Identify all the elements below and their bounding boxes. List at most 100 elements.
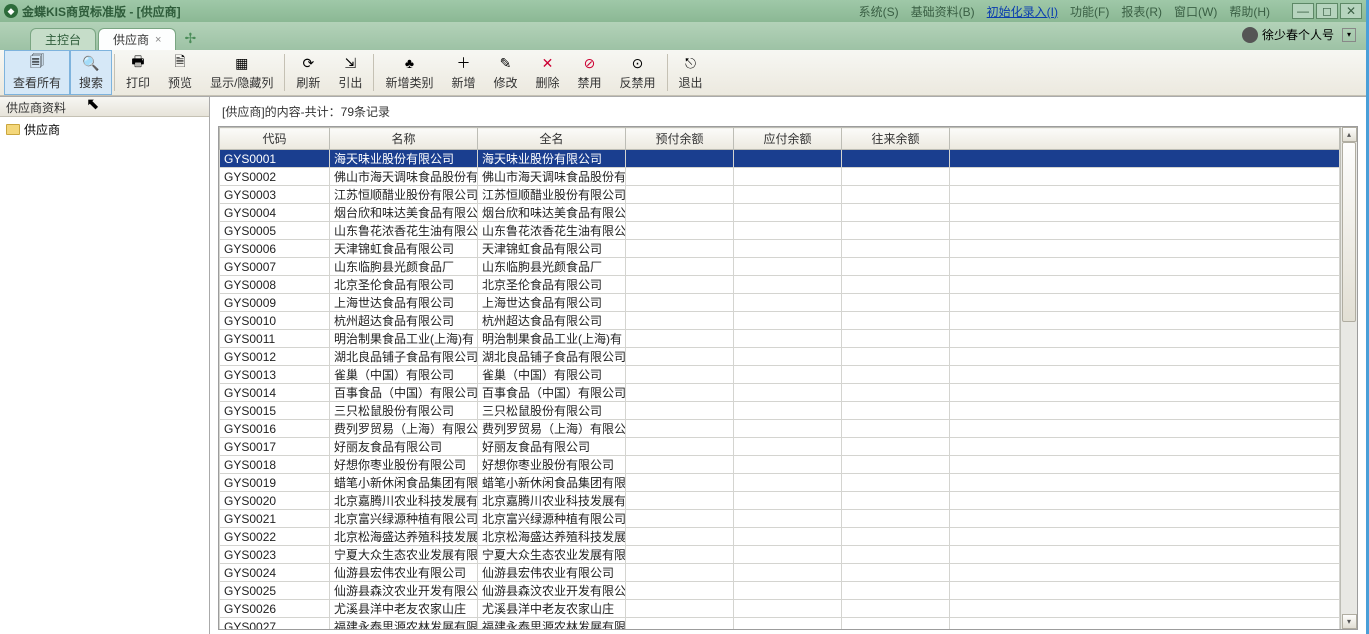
table-cell[interactable]: 仙游县宏伟农业有限公司 [478, 564, 626, 582]
table-cell[interactable]: GYS0007 [220, 258, 330, 276]
table-row[interactable]: GYS0017好丽友食品有限公司好丽友食品有限公司 [220, 438, 1340, 456]
table-cell[interactable]: 烟台欣和味达美食品有限公 [330, 204, 478, 222]
delete-button[interactable]: ✕删除 [526, 50, 568, 95]
table-cell[interactable] [626, 528, 734, 546]
table-cell[interactable] [842, 168, 950, 186]
table-cell[interactable] [950, 618, 1340, 630]
table-cell[interactable]: GYS0005 [220, 222, 330, 240]
menu-window[interactable]: 窗口(W) [1174, 3, 1217, 20]
table-cell[interactable]: 尤溪县洋中老友农家山庄 [330, 600, 478, 618]
table-cell[interactable] [626, 384, 734, 402]
table-cell[interactable]: 宁夏大众生态农业发展有限 [330, 546, 478, 564]
table-cell[interactable] [734, 222, 842, 240]
table-cell[interactable] [626, 564, 734, 582]
table-cell[interactable] [734, 510, 842, 528]
enable-button[interactable]: ⊙反禁用 [611, 50, 665, 95]
table-cell[interactable]: 天津锦虹食品有限公司 [330, 240, 478, 258]
table-cell[interactable] [626, 402, 734, 420]
table-row[interactable]: GYS0019蜡笔小新休闲食品集团有限蜡笔小新休闲食品集团有限 [220, 474, 1340, 492]
table-cell[interactable] [626, 330, 734, 348]
table-cell[interactable] [626, 258, 734, 276]
table-cell[interactable]: 北京嘉腾川农业科技发展有 [478, 492, 626, 510]
table-cell[interactable]: GYS0025 [220, 582, 330, 600]
table-cell[interactable] [842, 186, 950, 204]
table-cell[interactable]: 仙游县宏伟农业有限公司 [330, 564, 478, 582]
table-cell[interactable] [950, 600, 1340, 618]
table-cell[interactable] [950, 348, 1340, 366]
table-cell[interactable]: 好丽友食品有限公司 [330, 438, 478, 456]
refresh-button[interactable]: ⟳刷新 [287, 50, 329, 95]
table-cell[interactable] [734, 330, 842, 348]
table-cell[interactable] [626, 348, 734, 366]
table-cell[interactable]: GYS0004 [220, 204, 330, 222]
table-row[interactable]: GYS0018好想你枣业股份有限公司好想你枣业股份有限公司 [220, 456, 1340, 474]
table-cell[interactable] [842, 528, 950, 546]
table-cell[interactable] [842, 438, 950, 456]
table-cell[interactable]: 杭州超达食品有限公司 [330, 312, 478, 330]
new-button[interactable]: ＋新增 [442, 50, 484, 95]
table-cell[interactable]: GYS0011 [220, 330, 330, 348]
table-cell[interactable] [950, 528, 1340, 546]
table-cell[interactable] [626, 456, 734, 474]
column-header[interactable]: 全名 [478, 128, 626, 150]
table-row[interactable]: GYS0013雀巢（中国）有限公司雀巢（中国）有限公司 [220, 366, 1340, 384]
table-cell[interactable] [626, 294, 734, 312]
table-cell[interactable]: 北京圣伦食品有限公司 [330, 276, 478, 294]
table-cell[interactable]: 烟台欣和味达美食品有限公 [478, 204, 626, 222]
column-header[interactable]: 预付余额 [626, 128, 734, 150]
table-cell[interactable]: GYS0022 [220, 528, 330, 546]
table-cell[interactable] [734, 528, 842, 546]
table-cell[interactable] [842, 564, 950, 582]
table-cell[interactable]: 海天味业股份有限公司 [478, 150, 626, 168]
table-row[interactable]: GYS0026尤溪县洋中老友农家山庄尤溪县洋中老友农家山庄 [220, 600, 1340, 618]
scroll-down-button[interactable]: ▾ [1342, 614, 1357, 629]
table-cell[interactable]: 湖北良品铺子食品有限公司 [478, 348, 626, 366]
table-cell[interactable] [950, 582, 1340, 600]
table-row[interactable]: GYS0021北京富兴绿源种植有限公司北京富兴绿源种植有限公司 [220, 510, 1340, 528]
user-area[interactable]: 徐少春个人号 ▾ [1242, 26, 1356, 43]
table-row[interactable]: GYS0011明治制果食品工业(上海)有明治制果食品工业(上海)有 [220, 330, 1340, 348]
table-cell[interactable] [950, 150, 1340, 168]
table-cell[interactable]: 上海世达食品有限公司 [330, 294, 478, 312]
table-cell[interactable] [842, 348, 950, 366]
table-cell[interactable]: 仙游县森汶农业开发有限公 [478, 582, 626, 600]
table-cell[interactable] [626, 276, 734, 294]
table-cell[interactable]: 百事食品（中国）有限公司 [330, 384, 478, 402]
table-row[interactable]: GYS0023宁夏大众生态农业发展有限宁夏大众生态农业发展有限 [220, 546, 1340, 564]
table-cell[interactable] [950, 204, 1340, 222]
table-cell[interactable] [734, 204, 842, 222]
vertical-scrollbar[interactable]: ▴ ▾ [1340, 127, 1357, 629]
table-cell[interactable] [626, 438, 734, 456]
table-cell[interactable] [950, 330, 1340, 348]
table-cell[interactable] [734, 474, 842, 492]
table-row[interactable]: GYS0002佛山市海天调味食品股份有佛山市海天调味食品股份有 [220, 168, 1340, 186]
table-cell[interactable]: GYS0013 [220, 366, 330, 384]
table-cell[interactable] [842, 474, 950, 492]
menu-help[interactable]: 帮助(H) [1229, 3, 1270, 20]
chevron-down-icon[interactable]: ▾ [1342, 28, 1356, 42]
table-cell[interactable]: 蜡笔小新休闲食品集团有限 [478, 474, 626, 492]
table-cell[interactable] [842, 258, 950, 276]
search-button[interactable]: 🔍搜索 [70, 50, 112, 95]
table-cell[interactable] [734, 582, 842, 600]
table-cell[interactable] [842, 204, 950, 222]
table-cell[interactable] [842, 312, 950, 330]
table-cell[interactable]: GYS0006 [220, 240, 330, 258]
table-cell[interactable] [626, 240, 734, 258]
close-button[interactable]: ✕ [1340, 3, 1362, 19]
table-cell[interactable] [626, 222, 734, 240]
table-cell[interactable]: GYS0020 [220, 492, 330, 510]
close-icon[interactable]: × [155, 34, 161, 46]
table-cell[interactable] [842, 366, 950, 384]
table-cell[interactable] [842, 330, 950, 348]
table-cell[interactable] [950, 222, 1340, 240]
table-row[interactable]: GYS0022北京松海盛达养殖科技发展北京松海盛达养殖科技发展 [220, 528, 1340, 546]
table-cell[interactable] [950, 420, 1340, 438]
table-cell[interactable]: GYS0026 [220, 600, 330, 618]
table-row[interactable]: GYS0016费列罗贸易（上海）有限公费列罗贸易（上海）有限公 [220, 420, 1340, 438]
table-cell[interactable] [842, 402, 950, 420]
table-cell[interactable]: 雀巢（中国）有限公司 [478, 366, 626, 384]
table-cell[interactable]: 北京松海盛达养殖科技发展 [330, 528, 478, 546]
table-cell[interactable] [842, 492, 950, 510]
table-cell[interactable]: 佛山市海天调味食品股份有 [330, 168, 478, 186]
